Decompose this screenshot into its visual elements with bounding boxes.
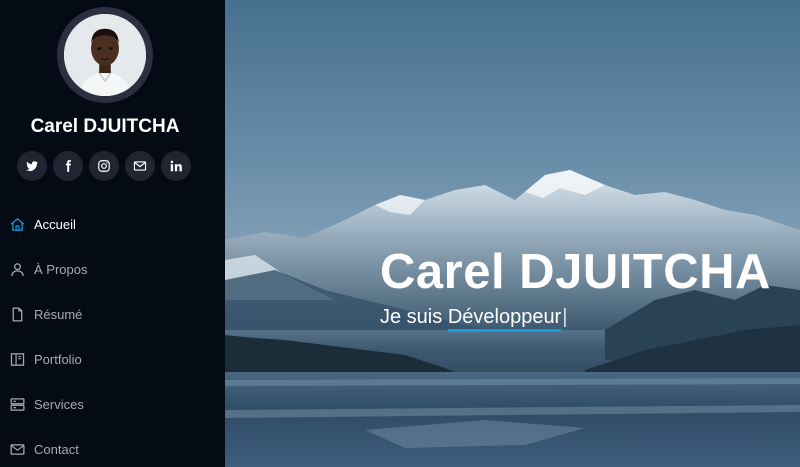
- hero-section: Carel DJUITCHA Je suis Développeur|: [225, 0, 800, 467]
- facebook-link[interactable]: [53, 151, 83, 181]
- nav-item-contact[interactable]: Contact: [0, 427, 225, 467]
- email-icon: [133, 161, 147, 171]
- nav-label: Résumé: [34, 307, 83, 322]
- nav-label: Services: [34, 397, 84, 412]
- avatar: [57, 7, 153, 103]
- twitter-link[interactable]: [17, 151, 47, 181]
- hero-title: Carel DJUITCHA: [380, 245, 771, 299]
- twitter-icon: [26, 161, 39, 171]
- social-links: [17, 151, 191, 181]
- sidebar: Carel DJUITCHA Accueil À Propos Résumé P…: [0, 0, 225, 467]
- typing-cursor: |: [562, 306, 568, 328]
- nav-menu: Accueil À Propos Résumé Portfolio Servic…: [0, 202, 225, 467]
- email-link[interactable]: [125, 151, 155, 181]
- user-icon: [9, 261, 26, 278]
- nav-label: Contact: [34, 442, 79, 457]
- nav-item-portfolio[interactable]: Portfolio: [0, 337, 225, 382]
- facebook-icon: [65, 160, 71, 172]
- hero-prefix: Je suis: [380, 306, 448, 328]
- hero-subtitle: Je suis Développeur|: [380, 306, 568, 332]
- home-icon: [9, 216, 26, 233]
- mountain-lake-background: [225, 0, 800, 467]
- book-icon: [9, 351, 26, 368]
- linkedin-icon: [170, 160, 182, 172]
- nav-label: À Propos: [34, 262, 88, 277]
- nav-item-a-propos[interactable]: À Propos: [0, 247, 225, 292]
- profile-name: Carel DJUITCHA: [30, 116, 180, 137]
- file-icon: [9, 306, 26, 323]
- instagram-icon: [98, 160, 110, 172]
- envelope-icon: [9, 441, 26, 458]
- nav-item-services[interactable]: Services: [0, 382, 225, 427]
- nav-label: Portfolio: [34, 352, 82, 367]
- nav-item-accueil[interactable]: Accueil: [0, 202, 225, 247]
- nav-item-resume[interactable]: Résumé: [0, 292, 225, 337]
- server-icon: [9, 396, 26, 413]
- nav-label: Accueil: [34, 217, 76, 232]
- typed-text: Développeur: [447, 306, 562, 332]
- profile-photo: [64, 14, 146, 96]
- linkedin-link[interactable]: [161, 151, 191, 181]
- instagram-link[interactable]: [89, 151, 119, 181]
